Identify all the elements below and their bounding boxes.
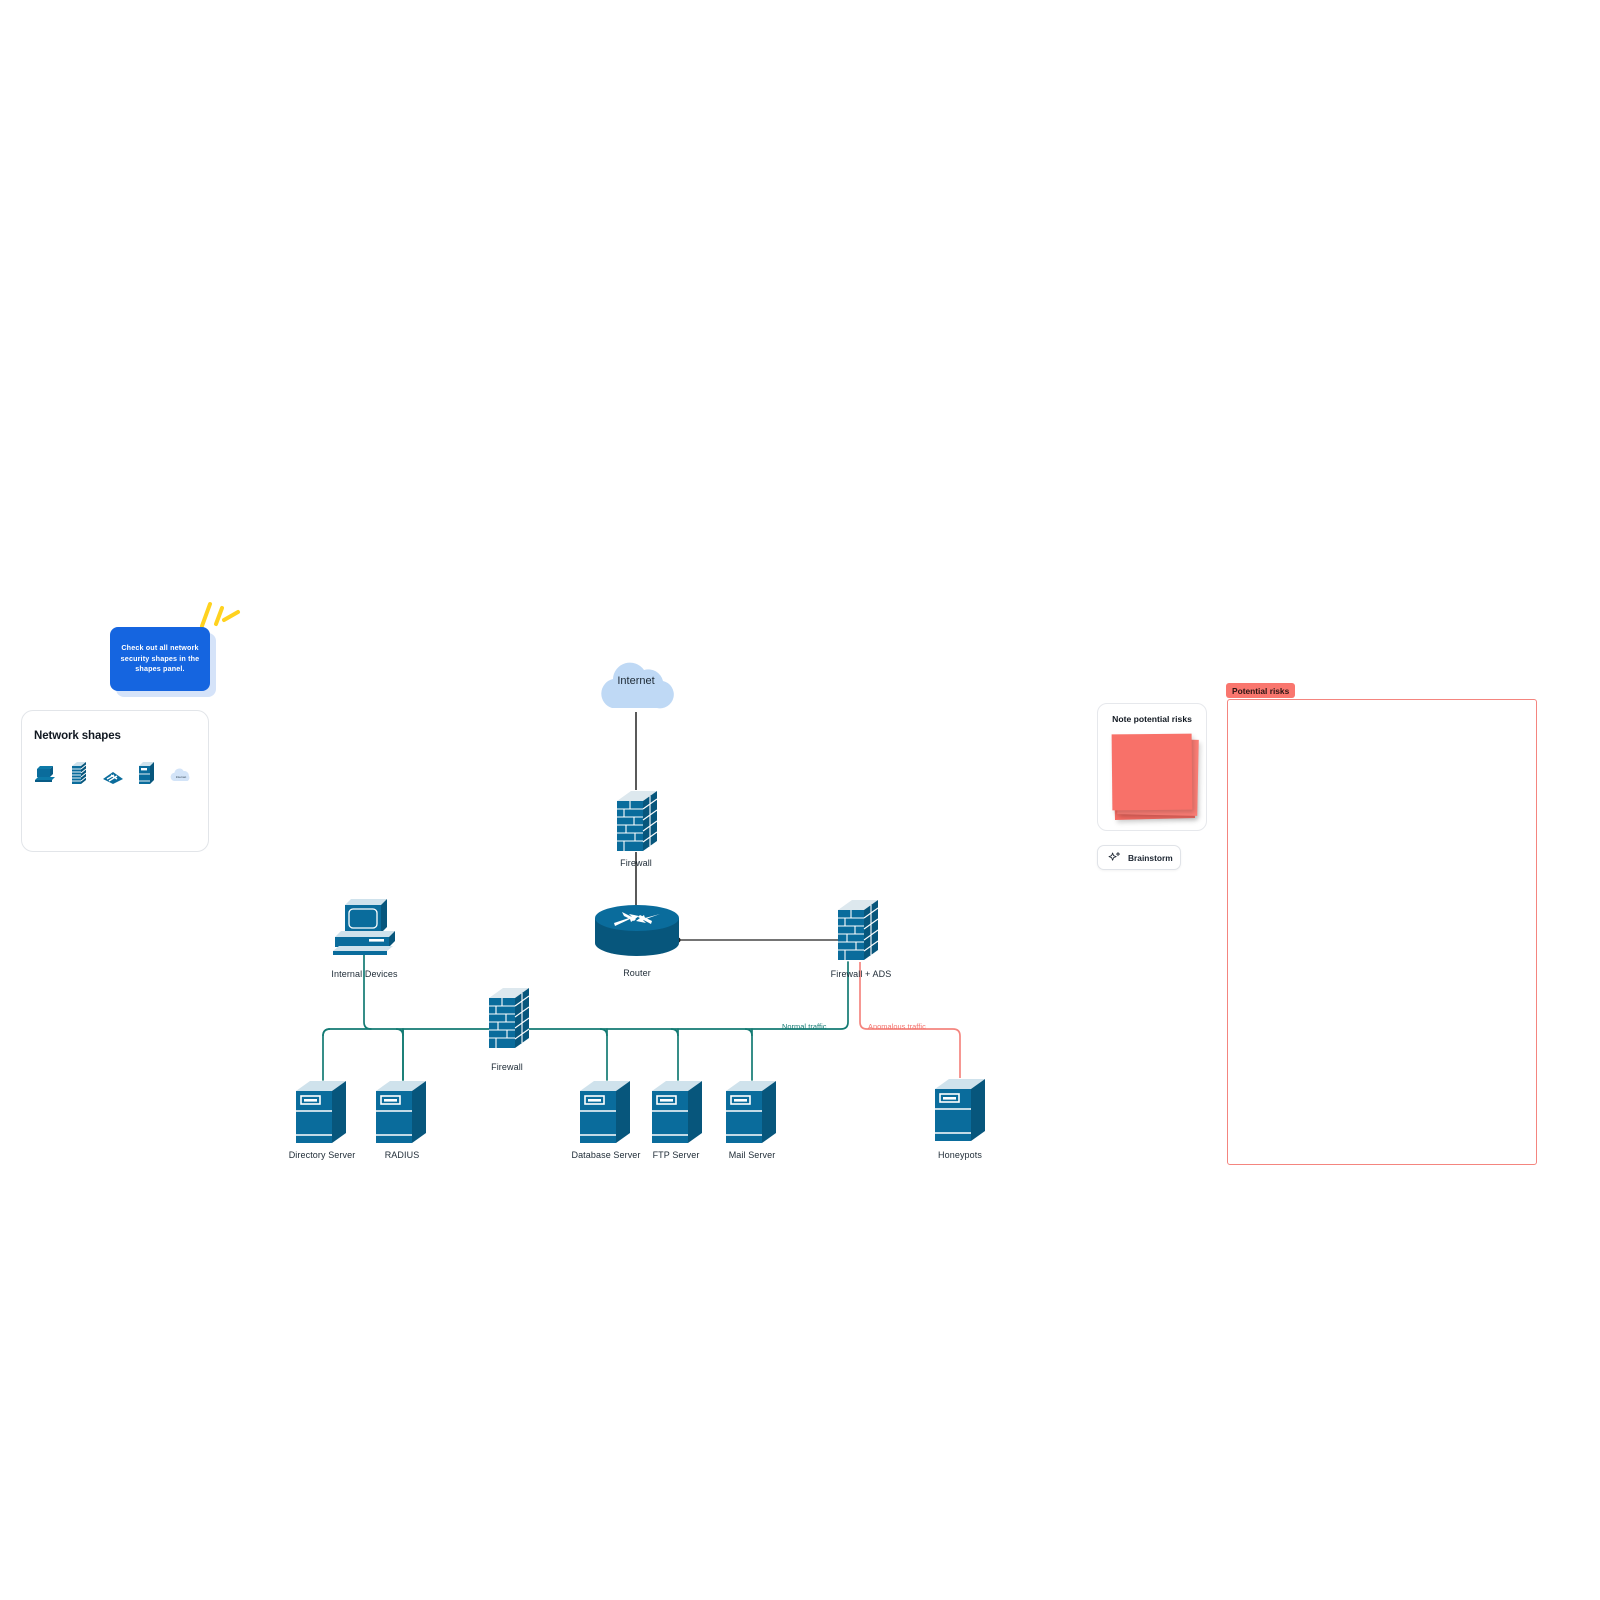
node-radius-label: RADIUS bbox=[384, 1150, 420, 1160]
node-firewall-top-label: Firewall bbox=[620, 858, 652, 868]
edge-internal-devices bbox=[363, 954, 372, 1030]
node-database-server[interactable] bbox=[578, 1079, 634, 1145]
node-ftp-server[interactable] bbox=[650, 1079, 706, 1145]
diagram-connectors bbox=[322, 712, 961, 1081]
node-mail-server[interactable] bbox=[724, 1079, 780, 1145]
node-internal-devices-label: Internal Devices bbox=[331, 969, 398, 979]
node-internet-label: Internet bbox=[617, 675, 655, 687]
edge-anomalous-traffic bbox=[859, 962, 961, 1078]
node-router[interactable] bbox=[594, 903, 680, 958]
node-firewall-core[interactable] bbox=[486, 986, 532, 1050]
node-mail-server-label: Mail Server bbox=[728, 1150, 776, 1160]
edge-ads-to-bus bbox=[322, 961, 849, 1081]
node-firewall-top[interactable] bbox=[614, 789, 660, 853]
whiteboard-canvas[interactable]: Check out all network security shapes in… bbox=[0, 0, 1600, 1600]
node-directory-server[interactable] bbox=[294, 1079, 350, 1145]
node-router-label: Router bbox=[623, 968, 651, 978]
node-honeypots[interactable] bbox=[933, 1077, 989, 1143]
node-firewall-core-label: Firewall bbox=[491, 1062, 523, 1072]
node-firewall-ads[interactable] bbox=[835, 898, 881, 962]
node-firewall-ads-label: Firewall + ADS bbox=[830, 969, 892, 979]
edge-label-anomalous-traffic: Anomalous traffic bbox=[868, 1022, 926, 1031]
node-radius[interactable] bbox=[374, 1079, 430, 1145]
node-honeypots-label: Honeypots bbox=[938, 1150, 982, 1160]
edge-label-normal-traffic: Normal traffic bbox=[782, 1022, 827, 1031]
node-internal-devices[interactable] bbox=[329, 897, 401, 957]
